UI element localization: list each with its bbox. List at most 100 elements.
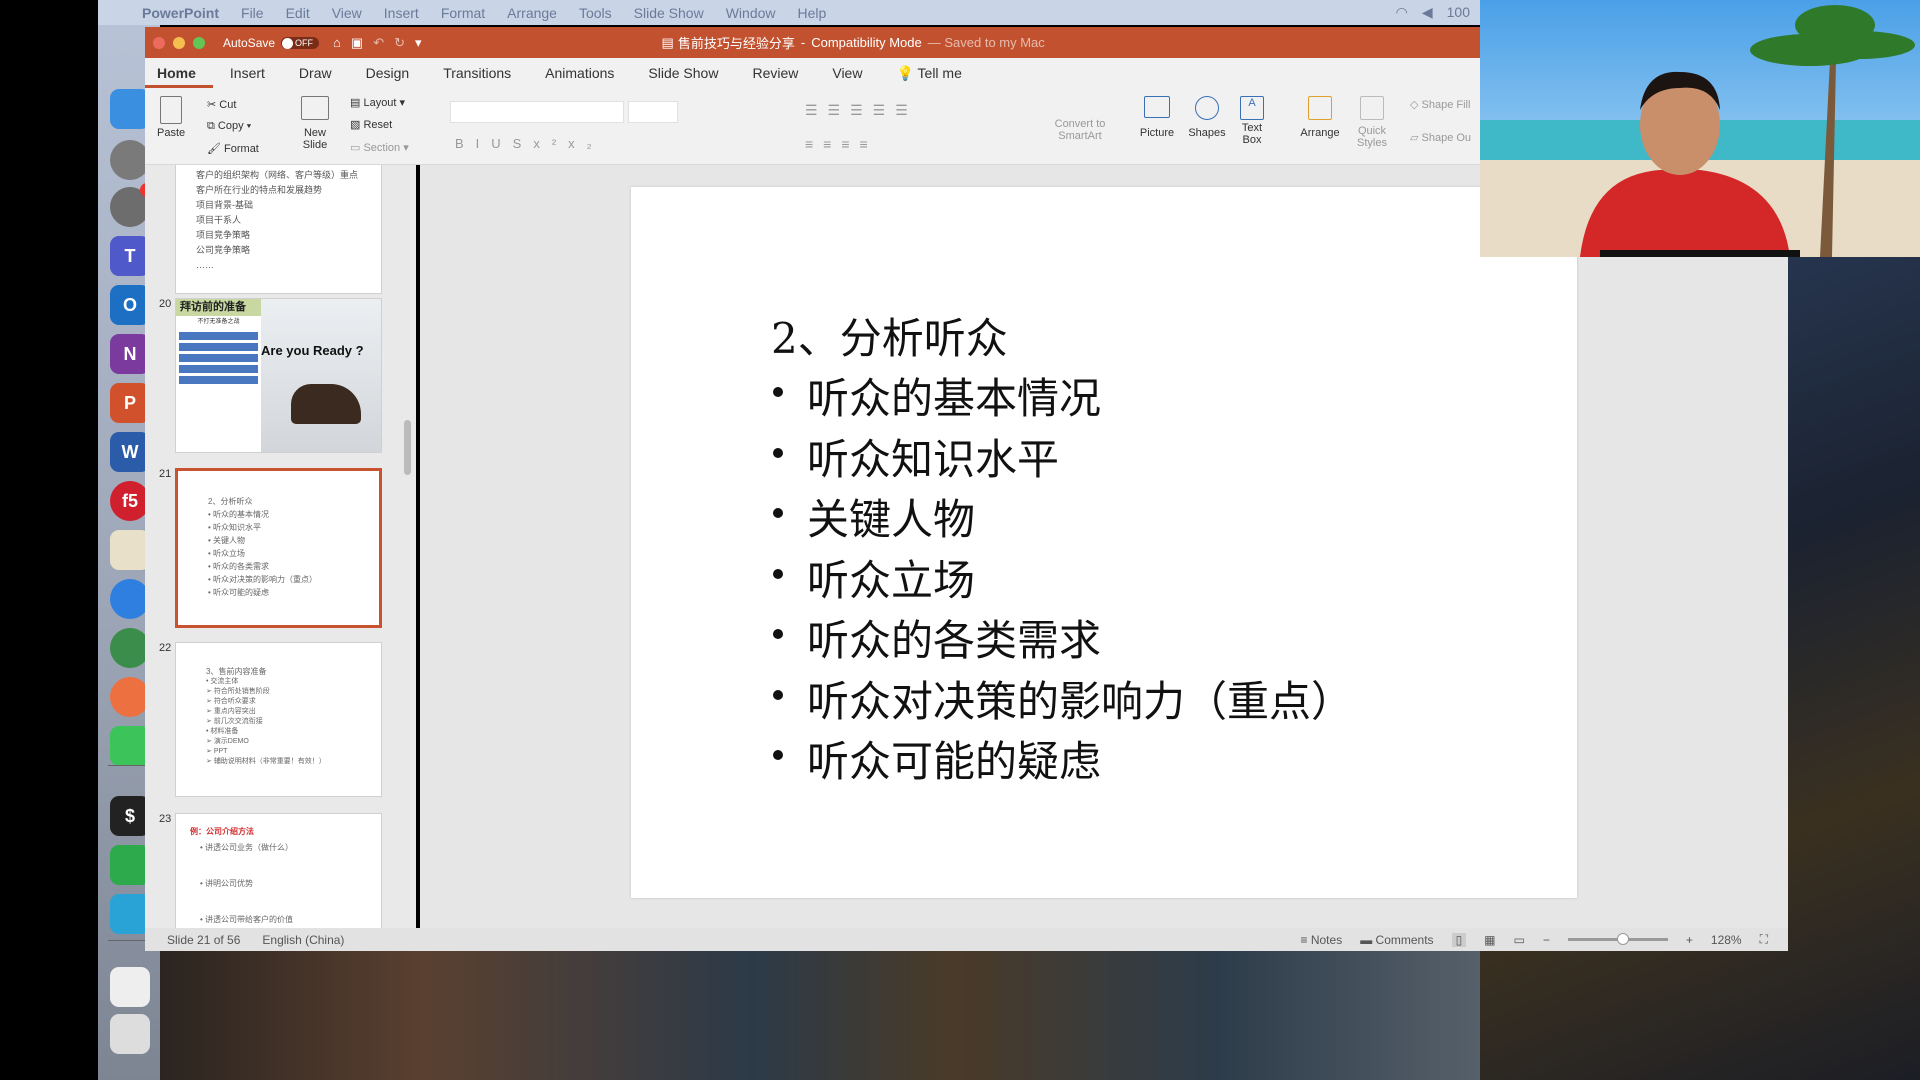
shape-outline-button[interactable]: ▱ Shape Ou	[1410, 131, 1471, 144]
quick-styles-button[interactable]: Quick Styles	[1350, 96, 1394, 151]
normal-view-icon[interactable]: ▯	[1451, 932, 1467, 947]
volume-icon[interactable]: ◀	[1422, 4, 1433, 21]
downloads-dock-icon[interactable]	[110, 967, 150, 1007]
shapes-button[interactable]: Shapes	[1185, 96, 1229, 139]
undo-icon[interactable]: ↶	[373, 35, 384, 51]
zoom-button[interactable]	[193, 36, 205, 49]
autosave-toggle[interactable]: OFF	[281, 36, 320, 49]
menu-slide-show[interactable]: Slide Show	[634, 5, 704, 21]
tab-draw[interactable]: Draw	[282, 58, 349, 88]
slide-sorter-icon[interactable]: ▦	[1484, 933, 1495, 947]
language-indicator[interactable]: English (China)	[262, 933, 344, 947]
menu-format[interactable]: Format	[441, 5, 485, 21]
zoom-slider[interactable]	[1567, 933, 1668, 945]
menu-file[interactable]: File	[241, 5, 264, 21]
onenote-dock-icon[interactable]: N	[110, 334, 150, 374]
tab-home[interactable]: Home	[145, 58, 213, 88]
system-preferences-dock-icon[interactable]: 1	[110, 183, 154, 227]
saved-status[interactable]: — Saved to my Mac	[928, 35, 1045, 50]
teams-dock-icon[interactable]: T	[110, 236, 150, 276]
slide-bullet[interactable]: 听众的基本情况	[807, 365, 1101, 426]
f5-dock-icon[interactable]: f5	[110, 481, 150, 521]
slide-bullet[interactable]: 听众可能的疑虑	[807, 728, 1101, 789]
save-icon[interactable]: ▣	[351, 35, 363, 51]
redo-icon[interactable]: ↻	[394, 35, 405, 51]
postman-dock-icon[interactable]	[110, 677, 150, 717]
tab-slide-show[interactable]: Slide Show	[631, 58, 735, 88]
slide-thumbnail-20[interactable]: 拜访前的准备 不打无准备之战 Are you Ready ?	[175, 298, 382, 453]
tab-review[interactable]: Review	[735, 58, 815, 88]
battery-text[interactable]: 100	[1447, 4, 1470, 21]
section-button[interactable]: ▭ Section ▾	[350, 141, 409, 154]
slide-bullet[interactable]: 听众立场	[807, 547, 975, 608]
menu-window[interactable]: Window	[726, 5, 776, 21]
notes-button[interactable]: ≡ Notes	[1300, 933, 1342, 947]
reset-button[interactable]: ▧ Reset	[350, 118, 392, 131]
browser-dock-icon[interactable]	[110, 894, 150, 934]
menu-edit[interactable]: Edit	[286, 5, 310, 21]
font-size-select[interactable]	[628, 101, 678, 123]
slide-canvas[interactable]: 2、分析听众 听众的基本情况 听众知识水平 关键人物 听众立场 听众的各类需求 听众对决策…	[631, 187, 1577, 898]
wifi-icon[interactable]: ◠	[1396, 4, 1408, 21]
format-painter-button[interactable]: 🖌 Format	[207, 142, 259, 155]
tab-insert[interactable]: Insert	[213, 58, 282, 88]
tab-view[interactable]: View	[815, 58, 879, 88]
customize-toolbar-icon[interactable]: ▾	[415, 35, 422, 51]
word-dock-icon[interactable]: W	[110, 432, 150, 472]
menu-tools[interactable]: Tools	[579, 5, 612, 21]
menu-arrange[interactable]: Arrange	[507, 5, 557, 21]
new-slide-button[interactable]: New Slide	[295, 96, 335, 151]
zoom-in-button[interactable]: +	[1686, 933, 1693, 947]
slide-bullet[interactable]: 听众对决策的影响力（重点）	[807, 668, 1353, 729]
slide-bullet[interactable]: 听众的各类需求	[807, 607, 1101, 668]
finder-dock-icon[interactable]	[110, 89, 150, 129]
slide-thumbnail-23[interactable]: 例：公司介绍方法 • 讲透公司业务（做什么） • 讲明公司优势 • 讲透公司带给…	[175, 813, 382, 928]
terminal-dock-icon[interactable]: $	[110, 796, 150, 836]
picture-button[interactable]: Picture	[1135, 96, 1179, 139]
text-box-button[interactable]: A Text Box	[1235, 96, 1269, 146]
chrome-dock-icon[interactable]	[110, 628, 150, 668]
menu-app[interactable]: PowerPoint	[142, 5, 219, 21]
slide-thumbnail-panel[interactable]: 客户的组织架构（网络、客户等级）重点 客户所在行业的特点和发展趋势 项目背景-基础项…	[145, 165, 416, 928]
shape-fill-button[interactable]: ◇ Shape Fill	[1410, 98, 1470, 111]
trash-dock-icon[interactable]	[110, 1014, 150, 1054]
launchpad-dock-icon[interactable]	[110, 140, 150, 180]
comments-button[interactable]: ▬ Comments	[1360, 933, 1433, 947]
slide-thumbnail-19[interactable]: 客户的组织架构（网络、客户等级）重点 客户所在行业的特点和发展趋势 项目背景-基础项…	[175, 165, 382, 294]
slide-bullet[interactable]: 关键人物	[807, 486, 975, 547]
close-button[interactable]	[153, 36, 165, 49]
arrange-button[interactable]: Arrange	[1295, 96, 1345, 139]
convert-smartart-button[interactable]: Convert to SmartArt	[1050, 118, 1110, 142]
home-icon[interactable]: ⌂	[333, 35, 341, 50]
slide-bullet[interactable]: 听众知识水平	[807, 426, 1059, 487]
reading-view-icon[interactable]: ▭	[1514, 933, 1525, 947]
slide-thumbnail-21-selected[interactable]: 2、分析听众 • 听众的基本情况 • 听众知识水平 • 关键人物 • 听众立场 • 听众的…	[175, 468, 382, 628]
minimize-button[interactable]	[173, 36, 185, 49]
layout-button[interactable]: ▤ Layout ▾	[350, 96, 405, 109]
font-format-buttons[interactable]: BIUSx²x₂	[455, 136, 604, 151]
paragraph-buttons[interactable]: ☰☰☰☰☰	[805, 102, 918, 119]
tab-animations[interactable]: Animations	[528, 58, 631, 88]
cut-button[interactable]: ✂ Cut	[207, 98, 236, 111]
outlook-dock-icon[interactable]: O	[110, 285, 150, 325]
thumbnail-scrollbar[interactable]	[404, 420, 411, 475]
tell-me[interactable]: 💡 Tell me	[879, 58, 978, 88]
slide-thumbnail-22[interactable]: 3、售前内容准备 • 交流主体 ➢ 符合所处销售阶段 ➢ 符合听众要求 ➢ 重点内容突出…	[175, 642, 382, 797]
zoom-percentage[interactable]: 128%	[1711, 933, 1742, 947]
paste-button[interactable]: Paste	[157, 96, 185, 139]
menu-insert[interactable]: Insert	[384, 5, 419, 21]
evernote-dock-icon[interactable]	[110, 845, 150, 885]
menu-view[interactable]: View	[332, 5, 362, 21]
zoom-out-button[interactable]: −	[1543, 933, 1550, 947]
powerpoint-dock-icon[interactable]: P	[110, 383, 150, 423]
tab-transitions[interactable]: Transitions	[426, 58, 528, 88]
menu-help[interactable]: Help	[798, 5, 827, 21]
wechat-dock-icon[interactable]	[110, 726, 150, 766]
font-family-select[interactable]	[450, 101, 624, 123]
fit-slide-icon[interactable]: ⛶	[1760, 932, 1768, 947]
tab-design[interactable]: Design	[349, 58, 427, 88]
alignment-buttons[interactable]: ≡≡≡≡	[805, 136, 878, 152]
slide-title[interactable]: 2、分析听众	[771, 305, 1008, 366]
safari-dock-icon[interactable]	[110, 579, 150, 619]
slack-dock-icon[interactable]	[110, 530, 150, 570]
